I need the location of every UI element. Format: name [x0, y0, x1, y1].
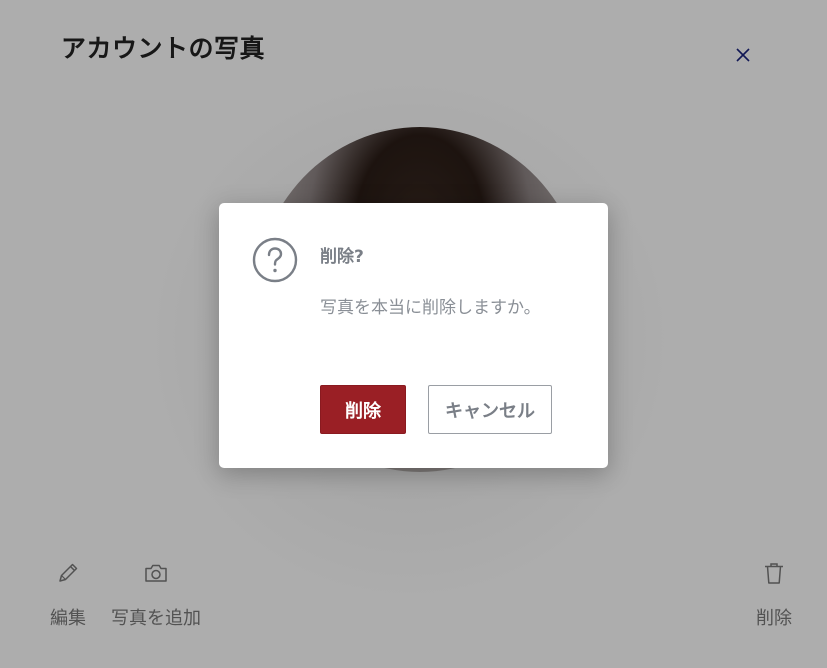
confirm-delete-button[interactable]: 削除 [320, 385, 406, 434]
delete-confirm-dialog: 削除? 写真を本当に削除しますか。 削除 キャンセル [219, 203, 608, 468]
cancel-button[interactable]: キャンセル [428, 385, 552, 434]
question-circle-icon [252, 237, 298, 283]
dialog-message: 写真を本当に削除しますか。 [320, 298, 541, 318]
dialog-title: 削除? [320, 247, 364, 267]
